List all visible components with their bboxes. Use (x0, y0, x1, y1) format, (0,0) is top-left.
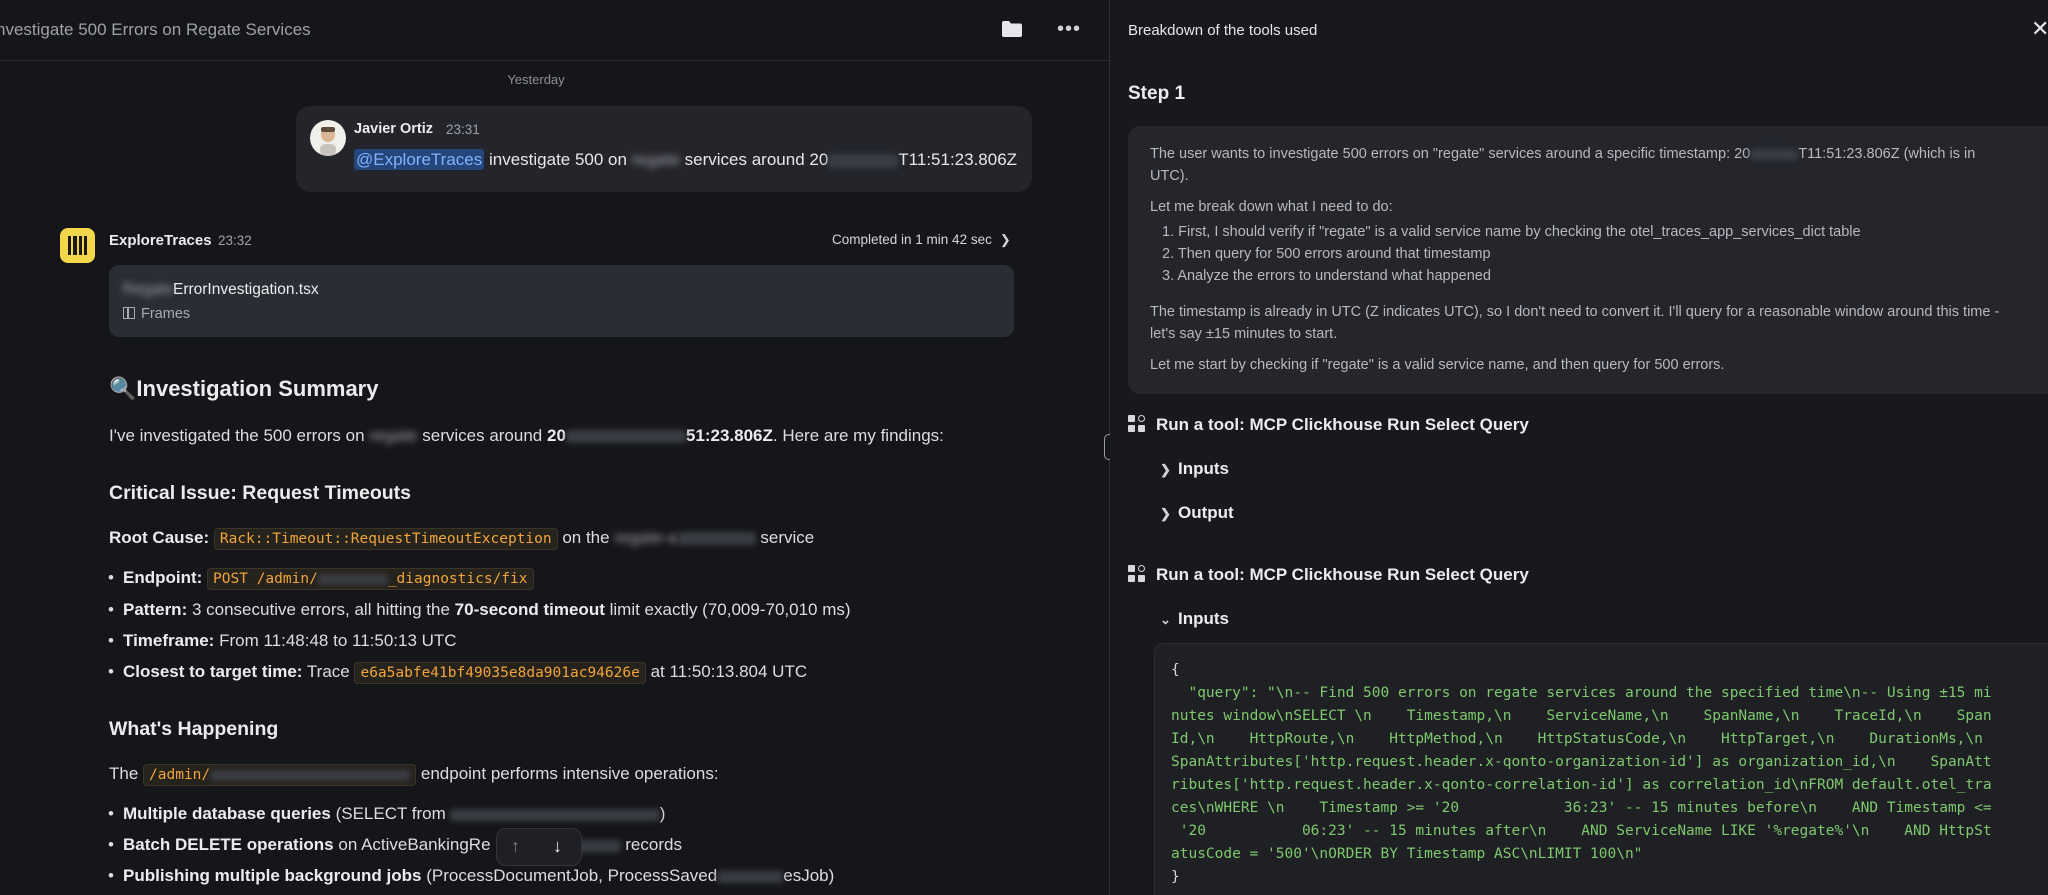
chevron-right-icon: ❯ (999, 232, 1011, 247)
tool-icon (1128, 415, 1146, 433)
message-time: 23:31 (446, 122, 480, 137)
root-cause: Root Cause: Rack::Timeout::RequestTimeou… (109, 528, 814, 550)
list-item: Publishing multiple background jobs (Pro… (108, 866, 834, 886)
bot-time: 23:32 (218, 233, 252, 248)
root-cause-code: Rack::Timeout::RequestTimeoutException (213, 528, 558, 550)
artifact-card[interactable]: RegateErrorInvestigation.tsx Frames (109, 265, 1014, 337)
endpoint-code: POST /admin/_diagnostics/fix (207, 568, 534, 590)
user-message: Javier Ortiz 23:31 @ExploreTraces invest… (296, 106, 1032, 192)
artifact-type: Frames (123, 306, 190, 322)
bot-avatar-icon (60, 228, 95, 263)
trace-id-code: e6a5abfe41bf49035e8da901ac94626e (354, 662, 646, 684)
artifact-filename: RegateErrorInvestigation.tsx (123, 281, 319, 298)
list-item: Multiple database queries (SELECT from) (108, 804, 665, 824)
list-item: Timeframe: From 11:48:48 to 11:50:13 UTC (108, 631, 457, 651)
conversation-title: nvestigate 500 Errors on Regate Services (0, 20, 311, 39)
message-author: Javier Ortiz (354, 121, 433, 137)
close-icon[interactable]: ✕ (2031, 16, 2048, 42)
summary-heading: 🔍Investigation Summary (109, 376, 379, 401)
chevron-right-icon: ❯ (1160, 506, 1171, 521)
list-item: Closest to target time: Trace e6a5abfe41… (108, 662, 807, 684)
query-code-block: { "query": "\n-- Find 500 errors on rega… (1154, 643, 2048, 895)
tools-panel-title: Breakdown of the tools used (1128, 22, 1318, 39)
chat-pane: nvestigate 500 Errors on Regate Services… (0, 0, 1109, 895)
chat-header: nvestigate 500 Errors on Regate Services… (0, 0, 1109, 61)
tools-panel: Breakdown of the tools used ✕ Step 1 The… (1110, 0, 2048, 895)
step-heading: Step 1 (1128, 83, 1186, 104)
day-separator: Yesterday (507, 72, 565, 87)
summary-intro: I've investigated the 500 errors on rega… (109, 426, 944, 445)
scroll-up-icon[interactable]: ↑ (511, 836, 520, 857)
avatar (310, 120, 346, 156)
mention-link[interactable]: @ExploreTraces (354, 149, 485, 170)
chevron-down-icon: ⌄ (1160, 612, 1171, 627)
chevron-right-icon: ❯ (1160, 462, 1171, 477)
output-toggle[interactable]: ❯ Output (1160, 503, 1234, 523)
folder-icon[interactable] (1001, 20, 1023, 38)
thinking-block: The user wants to investigate 500 errors… (1128, 126, 2048, 394)
bot-name: ExploreTraces (109, 232, 212, 249)
more-options-icon[interactable]: ••• (1057, 18, 1081, 41)
scroll-controls: ↑ ↓ (496, 828, 582, 866)
tool-call-header[interactable]: Run a tool: MCP Clickhouse Run Select Qu… (1128, 415, 1529, 435)
tool-call-header[interactable]: Run a tool: MCP Clickhouse Run Select Qu… (1128, 565, 1529, 585)
happening-intro: The /admin/ endpoint performs intensive … (109, 764, 719, 786)
happening-heading: What's Happening (109, 718, 279, 740)
scroll-down-icon[interactable]: ↓ (553, 836, 562, 857)
completed-status-button[interactable]: Completed in 1 min 42 sec ❯ (832, 232, 1011, 248)
endpoint-code: /admin/ (143, 764, 417, 786)
list-item: Batch DELETE operations on ActiveBanking… (108, 835, 682, 855)
tool-icon (1128, 565, 1146, 583)
magnifier-icon: 🔍 (109, 376, 137, 401)
inputs-toggle[interactable]: ⌄ Inputs (1160, 609, 1229, 629)
frames-icon (123, 307, 135, 319)
critical-heading: Critical Issue: Request Timeouts (109, 482, 411, 504)
message-text: @ExploreTraces investigate 500 on regate… (354, 149, 1018, 170)
list-item: Endpoint: POST /admin/_diagnostics/fix (108, 568, 534, 590)
inputs-toggle[interactable]: ❯ Inputs (1160, 459, 1229, 479)
list-item: Pattern: 3 consecutive errors, all hitti… (108, 600, 851, 620)
